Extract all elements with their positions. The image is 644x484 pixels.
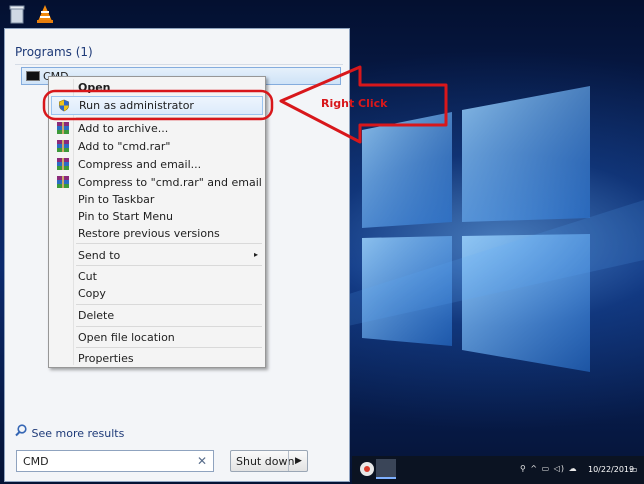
menu-item-label: Copy [78, 287, 106, 300]
cmd-icon [26, 71, 40, 81]
menu-item-label: Run as administrator [79, 99, 194, 112]
menu-separator [76, 326, 262, 327]
annotation-label: Right Click [321, 97, 388, 110]
system-tray-icons[interactable]: ⚲ ^ ▭ ◁) ☁ [520, 464, 578, 473]
search-input-value: CMD [23, 455, 49, 468]
menu-item-delete[interactable]: Delete [51, 307, 263, 324]
taskbar-date[interactable]: 10/22/2019 [588, 465, 634, 474]
shutdown-label: Shut down [236, 455, 295, 468]
menu-item-label: Compress to "cmd.rar" and email [78, 176, 262, 189]
menu-item-label: Cut [78, 270, 97, 283]
menu-item-add-to-cmd-rar[interactable]: Add to "cmd.rar" [51, 138, 263, 155]
menu-item-compress-to-cmd-rar-and-email[interactable]: Compress to "cmd.rar" and email [51, 174, 263, 191]
menu-item-pin-to-start-menu[interactable]: Pin to Start Menu [51, 208, 263, 225]
winrar-icon [57, 158, 69, 170]
search-icon [15, 424, 27, 437]
menu-item-label: Add to "cmd.rar" [78, 140, 171, 153]
menu-item-copy[interactable]: Copy [51, 285, 263, 302]
programs-header: Programs (1) [15, 45, 93, 59]
menu-separator [76, 265, 262, 266]
see-more-results-link[interactable]: See more results [14, 424, 124, 440]
context-menu: Open Run as administrator Add to archive… [48, 76, 266, 368]
menu-item-label: Properties [78, 352, 134, 365]
menu-item-label: Send to [78, 249, 121, 262]
menu-item-label: Restore previous versions [78, 227, 220, 240]
taskbar: ⚲ ^ ▭ ◁) ☁ 10/22/2019 ▭ [352, 456, 644, 484]
menu-item-pin-to-taskbar[interactable]: Pin to Taskbar [51, 191, 263, 208]
see-more-label: See more results [31, 427, 125, 440]
uac-shield-icon [59, 99, 69, 112]
menu-item-add-to-archive[interactable]: Add to archive... [51, 120, 263, 137]
menu-item-label: Delete [78, 309, 115, 322]
menu-item-restore-previous-versions[interactable]: Restore previous versions [51, 225, 263, 242]
menu-item-label: Open [78, 81, 111, 94]
menu-separator [76, 304, 262, 305]
programs-divider [15, 64, 343, 65]
menu-item-send-to[interactable]: Send to ▸ [51, 247, 263, 264]
submenu-arrow-icon: ▸ [253, 250, 258, 259]
menu-item-label: Compress and email... [78, 158, 202, 171]
shutdown-options-arrow-icon[interactable]: ▶ [288, 451, 308, 471]
chrome-icon[interactable] [360, 462, 374, 476]
menu-item-compress-and-email[interactable]: Compress and email... [51, 156, 263, 173]
winrar-icon [57, 176, 69, 188]
menu-item-label: Pin to Start Menu [78, 210, 174, 223]
menu-item-open[interactable]: Open [51, 79, 263, 96]
recycle-bin-icon[interactable] [8, 4, 26, 24]
menu-item-run-as-administrator[interactable]: Run as administrator [51, 96, 263, 115]
menu-separator [76, 117, 262, 118]
menu-item-label: Open file location [78, 331, 175, 344]
menu-item-label: Pin to Taskbar [78, 193, 155, 206]
menu-separator [76, 347, 262, 348]
search-input[interactable]: CMD ✕ [16, 450, 214, 472]
menu-item-label: Add to archive... [78, 122, 169, 135]
menu-item-open-file-location[interactable]: Open file location [51, 329, 263, 346]
menu-item-cut[interactable]: Cut [51, 268, 263, 285]
menu-separator [76, 243, 262, 244]
shutdown-button[interactable]: Shut down ▶ [230, 450, 308, 472]
vlc-icon[interactable] [36, 4, 54, 24]
notification-icon[interactable]: ▭ [630, 465, 638, 474]
winrar-icon [57, 122, 69, 134]
winrar-icon [57, 140, 69, 152]
taskbar-app-icon[interactable] [376, 459, 396, 479]
clear-search-icon[interactable]: ✕ [197, 454, 207, 468]
menu-item-properties[interactable]: Properties [51, 350, 263, 367]
